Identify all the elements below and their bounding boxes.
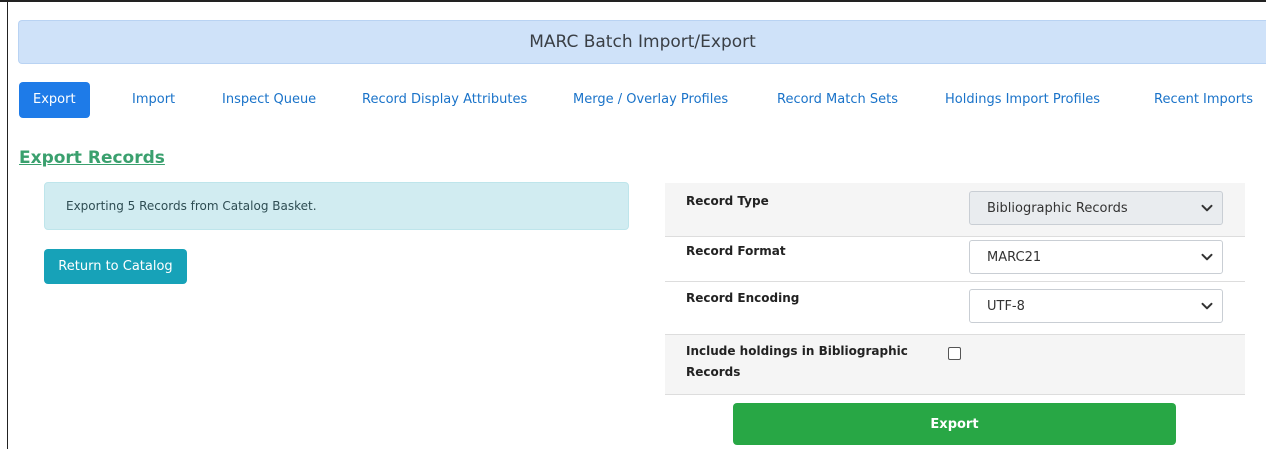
- tab-merge-overlay-profiles[interactable]: Merge / Overlay Profiles: [573, 82, 728, 118]
- record-format-value: MARC21: [987, 249, 1042, 265]
- tab-inspect-queue[interactable]: Inspect Queue: [222, 82, 316, 118]
- alert-message: Exporting 5 Records from Catalog Basket.: [66, 199, 317, 213]
- section-title: Export Records: [19, 148, 165, 168]
- record-format-row: Record Format MARC21: [665, 236, 1245, 281]
- record-encoding-label: Record Encoding: [686, 291, 800, 305]
- chevron-down-icon: [1201, 302, 1213, 310]
- export-button[interactable]: Export: [733, 403, 1176, 445]
- page-header-banner: MARC Batch Import/Export: [18, 20, 1266, 64]
- info-alert: Exporting 5 Records from Catalog Basket.: [44, 182, 629, 230]
- tab-import[interactable]: Import: [132, 82, 175, 118]
- record-type-select[interactable]: Bibliographic Records: [969, 191, 1223, 225]
- page-title: MARC Batch Import/Export: [529, 32, 756, 52]
- tab-export[interactable]: Export: [19, 82, 90, 118]
- record-format-select[interactable]: MARC21: [969, 240, 1223, 274]
- form-divider: [665, 394, 1245, 395]
- record-type-value: Bibliographic Records: [987, 200, 1128, 216]
- record-encoding-row: Record Encoding UTF-8: [665, 281, 1245, 334]
- return-to-catalog-button[interactable]: Return to Catalog: [44, 249, 187, 284]
- tab-record-display-attributes[interactable]: Record Display Attributes: [362, 82, 527, 118]
- record-encoding-value: UTF-8: [987, 298, 1025, 314]
- record-encoding-select[interactable]: UTF-8: [969, 289, 1223, 323]
- window-left-border: [7, 0, 8, 449]
- tab-recent-imports[interactable]: Recent Imports: [1154, 82, 1253, 118]
- window-top-border: [0, 0, 1266, 2]
- chevron-down-icon: [1201, 253, 1213, 261]
- tab-holdings-import-profiles[interactable]: Holdings Import Profiles: [945, 82, 1100, 118]
- tab-record-match-sets[interactable]: Record Match Sets: [777, 82, 898, 118]
- include-holdings-row: Include holdings in Bibliographic Record…: [665, 334, 1245, 394]
- include-holdings-label-line1: Include holdings in Bibliographic: [686, 344, 908, 358]
- chevron-down-icon: [1201, 204, 1213, 212]
- record-type-label: Record Type: [686, 194, 769, 208]
- record-type-row: Record Type Bibliographic Records: [665, 183, 1245, 236]
- include-holdings-checkbox[interactable]: [948, 347, 961, 360]
- include-holdings-label-line2: Records: [686, 365, 741, 379]
- include-holdings-label: Include holdings in Bibliographic Record…: [686, 341, 908, 383]
- record-format-label: Record Format: [686, 244, 786, 258]
